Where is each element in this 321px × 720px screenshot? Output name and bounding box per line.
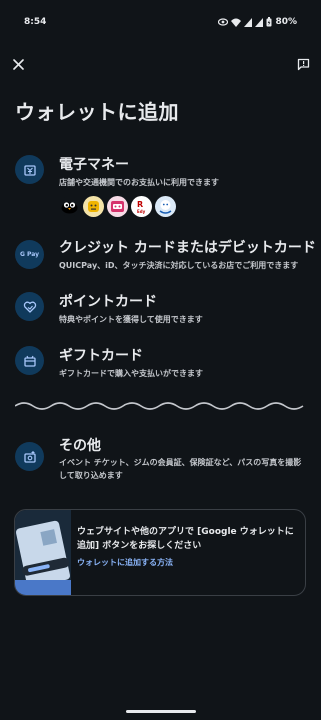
- svg-text:Edy: Edy: [137, 209, 146, 214]
- promo-text: ウェブサイトや他のアプリで [Google ウォレットに追加] ボタンをお探しく…: [77, 527, 294, 551]
- option-loyalty-card[interactable]: ポイントカード 特典やポイントを獲得して使用できます: [0, 289, 321, 329]
- wallet-button-illustration: [15, 510, 71, 595]
- feedback-button[interactable]: [294, 55, 312, 73]
- close-icon: [12, 58, 24, 70]
- eye-icon: [218, 18, 229, 26]
- home-indicator[interactable]: [126, 710, 196, 713]
- status-bar: 8:54 80%: [0, 0, 321, 44]
- option-desc: QUICPay、iD、タッチ決済に対応しているお店でご利用できます: [59, 261, 299, 270]
- wavy-divider: [15, 402, 304, 410]
- e-money-logos: R Edy: [59, 196, 176, 217]
- option-title: 電子マネー: [59, 157, 129, 173]
- e-money-icon: [15, 155, 44, 184]
- option-desc: 特典やポイントを獲得して使用できます: [59, 315, 203, 324]
- google-pay-label: G Pay: [19, 251, 40, 258]
- option-desc: イベント チケット、ジムの会員証、保険証など、パスの写真を撮影して取り込めます: [59, 458, 302, 480]
- page-title: ウォレットに追加: [15, 100, 179, 124]
- option-gift-card[interactable]: ギフトカード ギフトカードで購入や支払いができます: [0, 343, 321, 383]
- logo-nanaco[interactable]: [83, 196, 104, 217]
- signal-icon: [244, 17, 253, 27]
- status-icons: 80%: [218, 17, 297, 27]
- option-credit-debit-card[interactable]: G Pay クレジット カードまたはデビットカード QUICPay、iD、タッチ…: [0, 234, 321, 274]
- promo-card[interactable]: ウェブサイトや他のアプリで [Google ウォレットに追加] ボタンをお探しく…: [14, 509, 306, 596]
- signal-icon: [255, 17, 264, 27]
- option-other[interactable]: その他 イベント チケット、ジムの会員証、保険証など、パスの写真を撮影して取り込…: [0, 432, 321, 487]
- close-button[interactable]: [9, 55, 27, 73]
- logo-waon[interactable]: [107, 196, 128, 217]
- gift-card-icon: [15, 346, 44, 375]
- battery-percent: 80%: [275, 17, 297, 27]
- logo-suica[interactable]: [59, 196, 80, 217]
- battery-charging-icon: [266, 17, 272, 27]
- status-time: 8:54: [24, 17, 47, 27]
- option-title: ポイントカード: [59, 294, 157, 310]
- logo-rakuten-edy[interactable]: R Edy: [131, 196, 152, 217]
- option-title: その他: [59, 438, 101, 454]
- wifi-icon: [231, 18, 242, 27]
- svg-text:R: R: [137, 200, 143, 209]
- toolbar: [0, 52, 321, 78]
- google-pay-icon: G Pay: [15, 240, 44, 269]
- option-title: クレジット カードまたはデビットカード: [59, 240, 316, 256]
- logo-pasmo[interactable]: [155, 196, 176, 217]
- option-title: ギフトカード: [59, 348, 143, 364]
- option-desc: 店舗や交通機関でのお支払いに利用できます: [59, 178, 219, 187]
- loyalty-icon: [15, 292, 44, 321]
- camera-add-icon: [15, 442, 44, 471]
- feedback-icon: [297, 58, 309, 70]
- option-desc: ギフトカードで購入や支払いができます: [59, 369, 203, 378]
- how-to-add-link[interactable]: ウォレットに追加する方法: [77, 557, 173, 568]
